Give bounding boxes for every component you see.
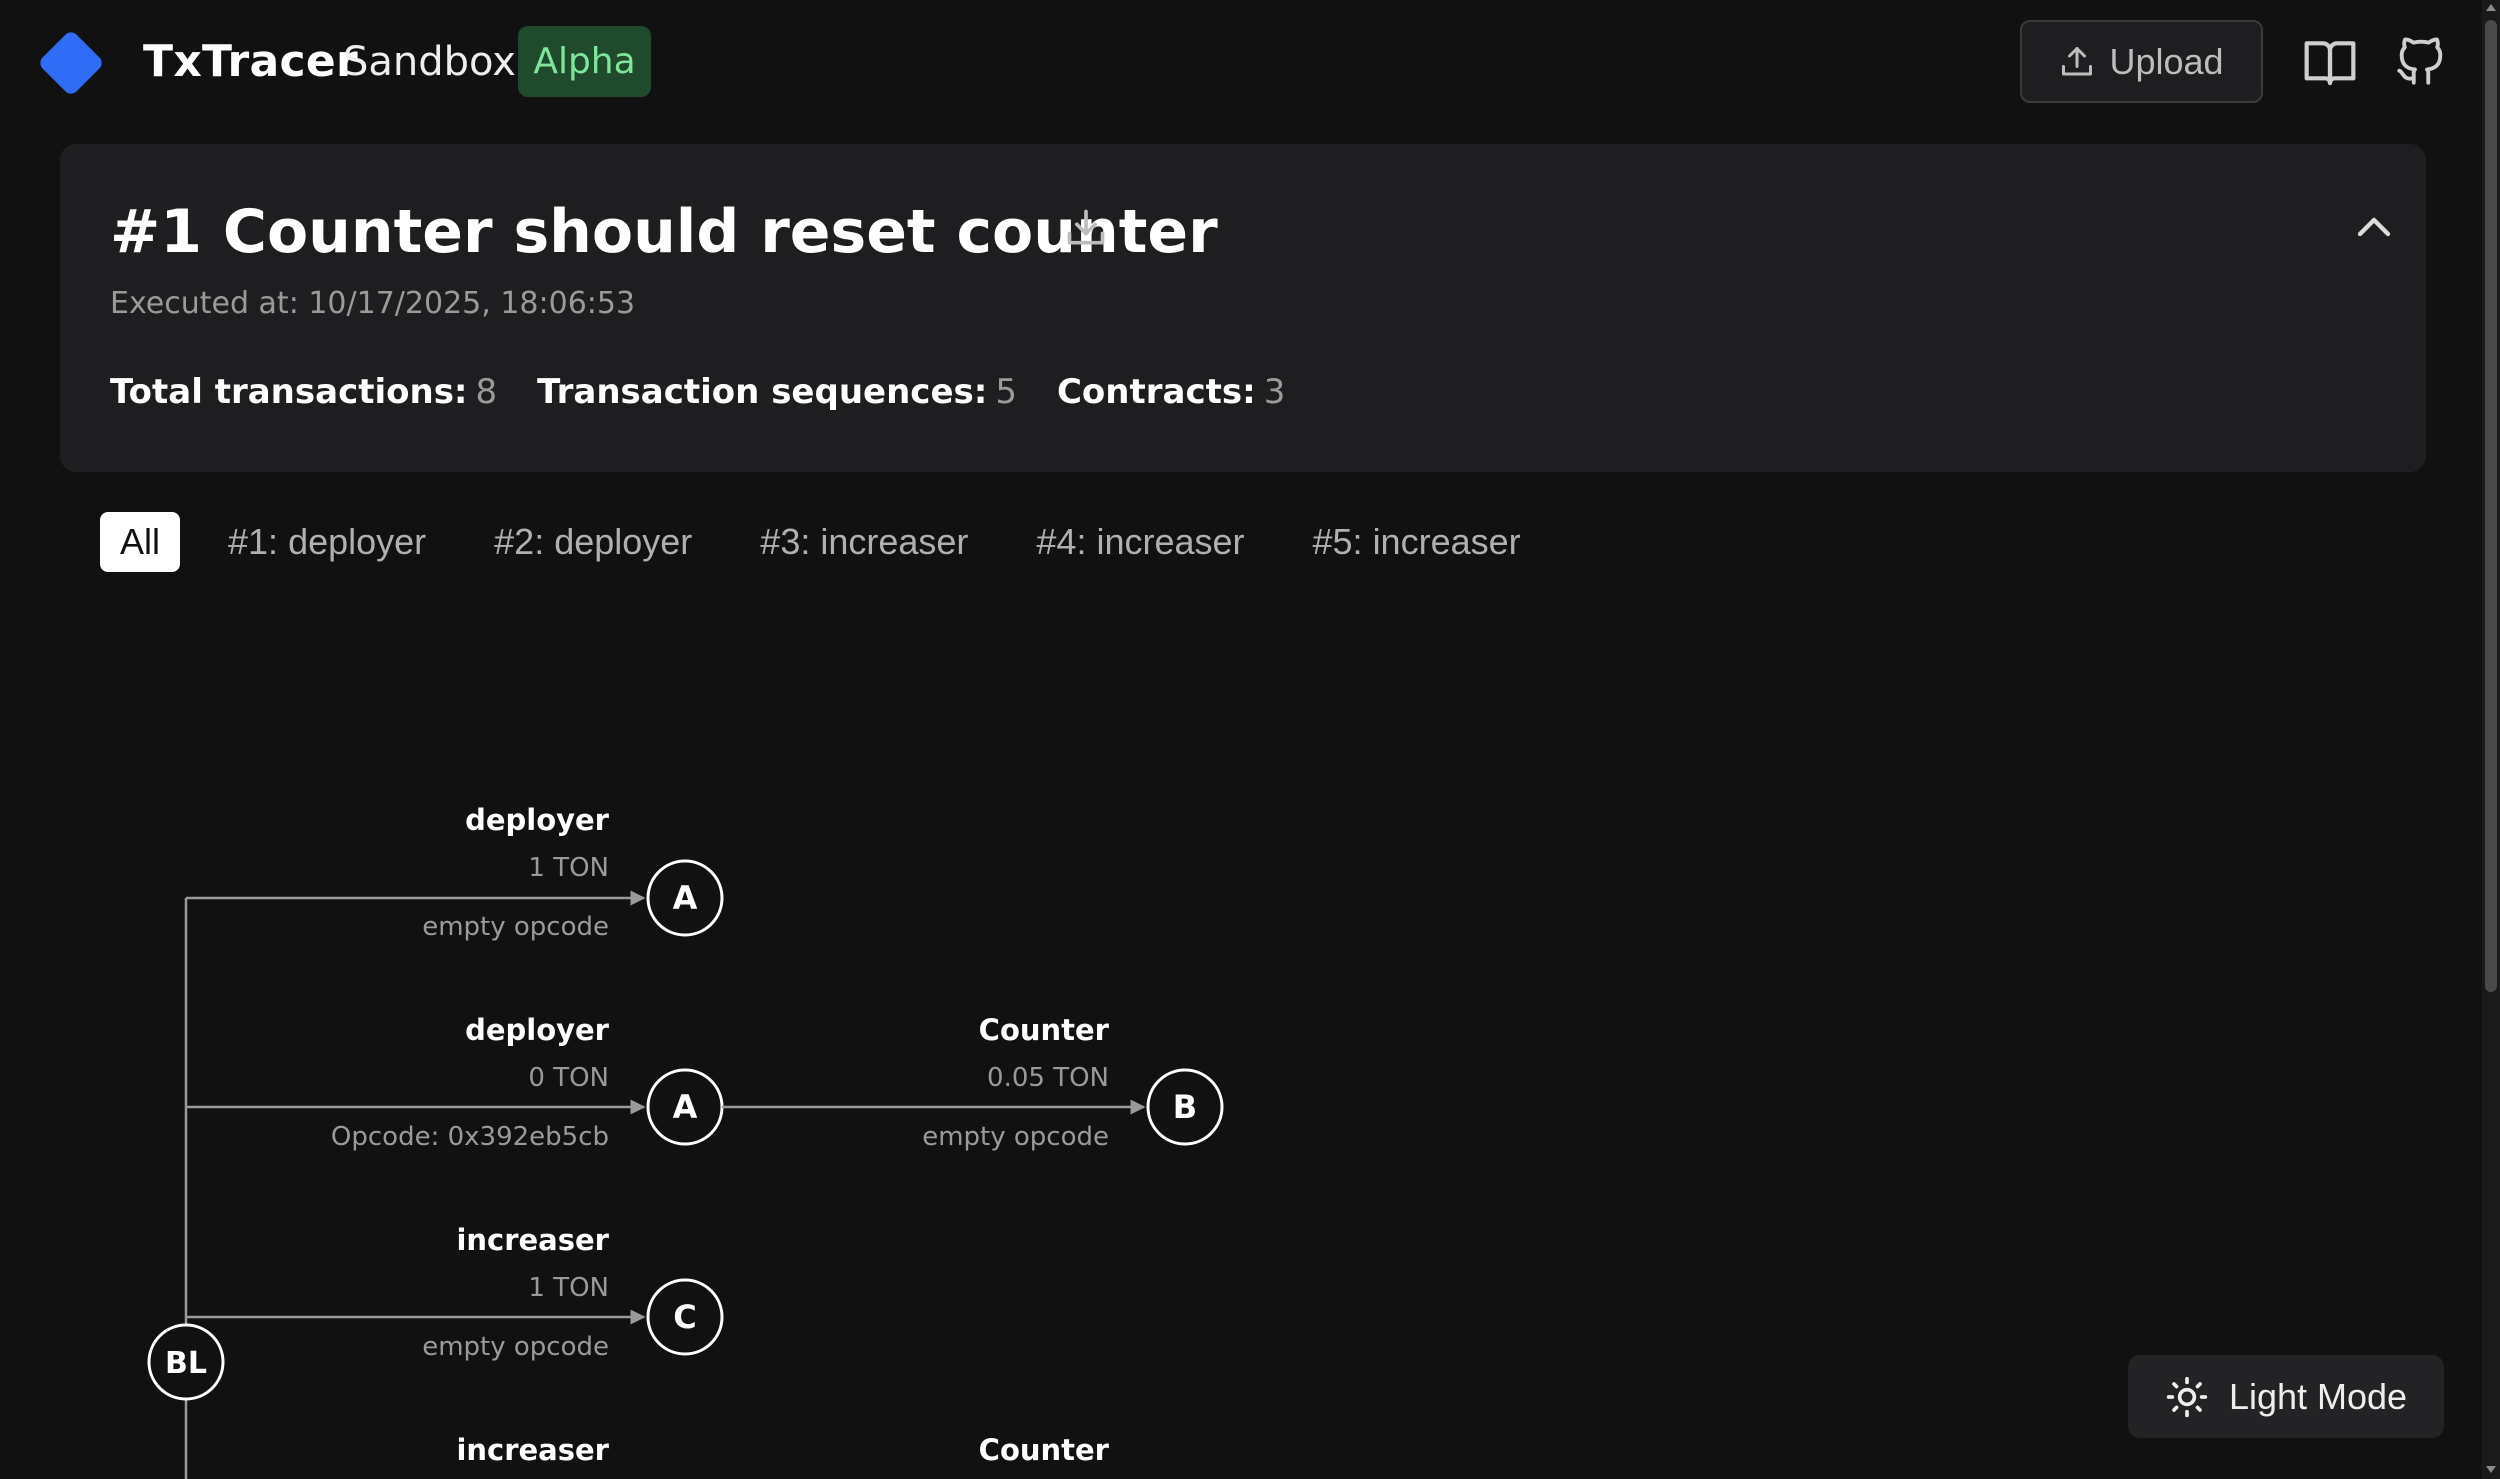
edge-value: 1 TON bbox=[528, 1273, 609, 1303]
node-label: B bbox=[1173, 1088, 1197, 1126]
node-label: A bbox=[673, 1088, 698, 1126]
light-mode-toggle[interactable]: Light Mode bbox=[2128, 1355, 2444, 1438]
edge-name: Counter bbox=[979, 1433, 1110, 1467]
scrollbar-thumb[interactable] bbox=[2485, 20, 2497, 992]
edge-name: Counter bbox=[979, 1013, 1110, 1047]
transaction-graph: deployer 1 TON empty opcode A deployer 0… bbox=[147, 803, 1224, 1479]
edge-name: increaser bbox=[456, 1433, 609, 1467]
edge-name: deployer bbox=[465, 1013, 610, 1047]
edge-opcode: empty opcode bbox=[422, 912, 609, 942]
edge-opcode: empty opcode bbox=[922, 1122, 1109, 1152]
edge-value: 1 TON bbox=[528, 853, 609, 883]
scroll-down-arrow[interactable] bbox=[2486, 1466, 2496, 1473]
node-label: A bbox=[673, 879, 698, 917]
node-label: C bbox=[673, 1298, 696, 1336]
sun-icon bbox=[2166, 1376, 2208, 1417]
light-mode-label: Light Mode bbox=[2228, 1375, 2408, 1417]
edge-name: deployer bbox=[465, 803, 610, 837]
node-label: BL bbox=[165, 1346, 207, 1381]
edge-opcode: Opcode: 0x392eb5cb bbox=[331, 1122, 609, 1152]
graph-node-b[interactable]: B bbox=[1146, 1068, 1224, 1146]
graph-node-a[interactable]: A bbox=[646, 859, 724, 937]
edge-opcode: empty opcode bbox=[422, 1332, 609, 1362]
edge-value: 0.05 TON bbox=[987, 1063, 1109, 1093]
edge-name: increaser bbox=[456, 1223, 609, 1257]
graph-node-bl[interactable]: BL bbox=[147, 1323, 225, 1401]
scroll-up-arrow[interactable] bbox=[2486, 4, 2496, 11]
page-scrollbar[interactable] bbox=[2482, 0, 2500, 1479]
edge-value: 0 TON bbox=[528, 1063, 609, 1093]
graph-node-a[interactable]: A bbox=[646, 1068, 724, 1146]
graph-node-c[interactable]: C bbox=[646, 1278, 724, 1356]
